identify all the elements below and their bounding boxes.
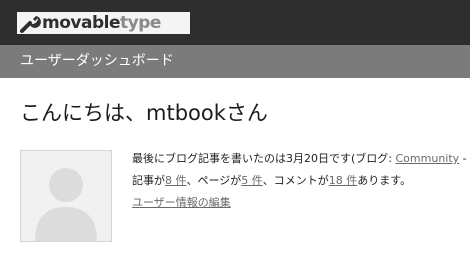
logo-text-movable: movable xyxy=(42,13,120,33)
comments-count-link[interactable]: 18 件 xyxy=(329,174,358,187)
greeting-heading: こんにちは、mtbookさん xyxy=(20,101,268,125)
pages-label: 、ページが xyxy=(186,174,242,187)
counts-line: 記事が8 件、ページが5 件、コメントが18 件あります。 xyxy=(132,172,470,194)
wrench-icon xyxy=(20,16,41,33)
blog-link[interactable]: Community xyxy=(396,152,460,165)
top-header-bar: movabletype xyxy=(0,0,470,45)
last-post-text: 最後にブログ記事を書いたのは3月20日です(ブログ: xyxy=(132,152,396,165)
entries-label: 記事が xyxy=(132,174,165,187)
logo-text: movabletype xyxy=(42,12,161,34)
counts-suffix: あります。 xyxy=(357,174,412,187)
edit-profile-link[interactable]: ユーザー情報の編集 xyxy=(132,196,231,209)
dashboard-title-bar: ユーザーダッシュボード xyxy=(0,45,470,78)
pages-count-link[interactable]: 5 件 xyxy=(241,174,263,187)
edit-profile-line: ユーザー情報の編集 xyxy=(132,194,470,216)
last-post-suffix: - xyxy=(459,152,467,165)
default-user-avatar-icon xyxy=(35,168,97,241)
logo-text-type: type xyxy=(119,13,161,33)
entries-count-link[interactable]: 8 件 xyxy=(165,174,187,187)
last-post-line: 最後にブログ記事を書いたのは3月20日です(ブログ: Community - xyxy=(132,150,470,172)
user-summary: 最後にブログ記事を書いたのは3月20日です(ブログ: Community - 記… xyxy=(132,150,470,216)
movabletype-logo[interactable]: movabletype xyxy=(17,12,190,34)
page-title: ユーザーダッシュボード xyxy=(20,53,174,69)
avatar xyxy=(20,150,112,242)
comments-label: 、コメントが xyxy=(262,174,329,187)
